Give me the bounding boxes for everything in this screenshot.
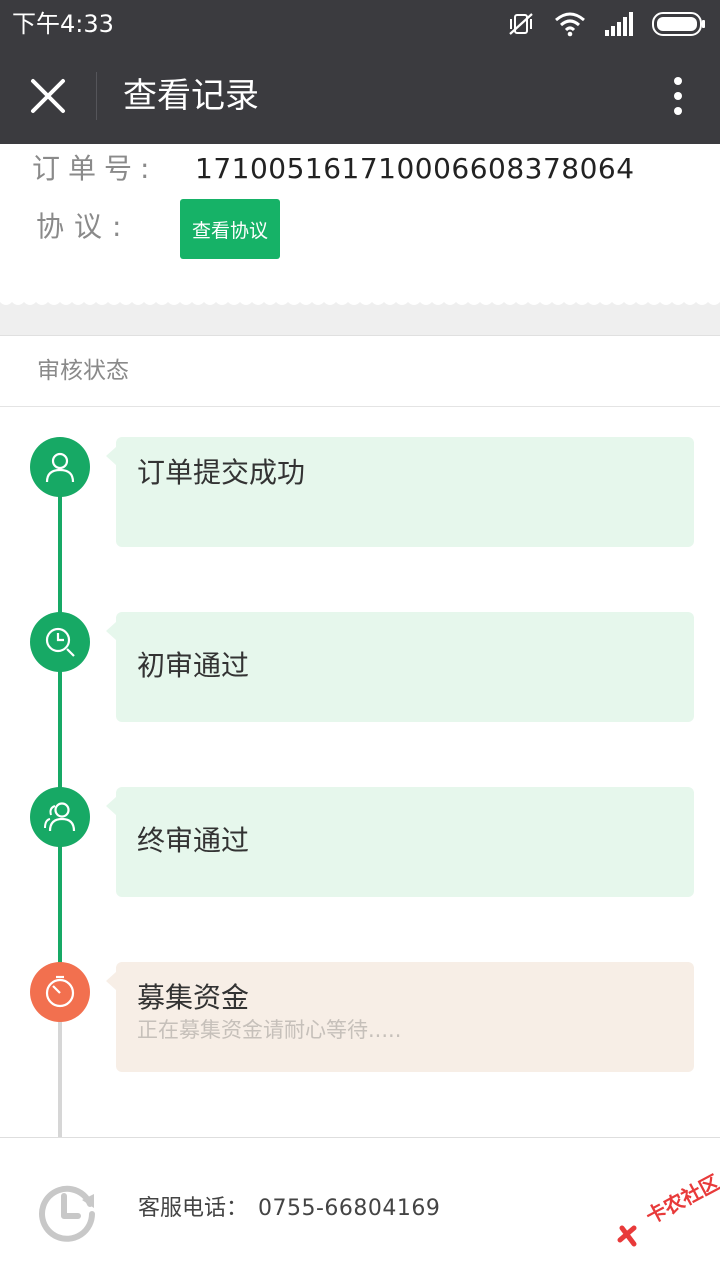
step-icon-submitted — [30, 437, 90, 497]
service-phone-label: 客服电话： — [138, 1196, 249, 1221]
users-icon — [44, 802, 76, 832]
step-title: 初审通过 — [137, 649, 250, 682]
section-spacer — [0, 310, 720, 336]
timer-icon — [45, 975, 75, 1008]
service-phone-number[interactable]: 0755-66804169 — [258, 1194, 440, 1224]
battery-icon — [652, 12, 705, 36]
signal-icon — [605, 12, 633, 36]
wavy-divider — [0, 296, 720, 310]
history-icon[interactable] — [36, 1178, 100, 1242]
order-number-value: 171005161710006608378064 — [195, 152, 635, 185]
step-card-final-review: 终审通过 — [106, 787, 694, 897]
status-bar: 下午4:33 — [0, 0, 720, 48]
page-title: 查看记录 — [123, 76, 259, 116]
step-title: 订单提交成功 — [137, 456, 306, 489]
step-card-initial-review: 初审通过 — [106, 612, 694, 722]
step-card-fundraising: 募集资金 正在募集资金请耐心等待..... — [106, 962, 694, 1072]
status-icons — [506, 10, 706, 38]
wifi-icon — [555, 12, 585, 37]
step-icon-final-review — [30, 787, 90, 847]
timeline-line-completed — [58, 467, 62, 993]
clock-search-icon — [45, 627, 75, 657]
step-title: 募集资金 — [137, 981, 250, 1014]
user-icon — [45, 452, 75, 483]
close-button[interactable] — [24, 72, 72, 120]
order-info: 订单号: 171005161710006608378064 协议: 查看协议 — [0, 144, 720, 310]
more-vertical-icon — [674, 77, 682, 115]
section-title: 审核状态 — [37, 358, 129, 384]
step-title: 终审通过 — [137, 824, 250, 857]
title-bar: 查看记录 — [0, 48, 720, 144]
more-options-button[interactable] — [666, 74, 690, 118]
status-time: 下午4:33 — [12, 10, 114, 38]
step-description: 正在募集资金请耐心等待..... — [137, 1018, 402, 1042]
mute-vibrate-icon — [509, 13, 533, 35]
agreement-label: 协议: — [36, 210, 132, 243]
review-status-header: 审核状态 — [0, 336, 720, 407]
step-icon-initial-review — [30, 612, 90, 672]
title-divider — [96, 72, 97, 120]
view-agreement-button[interactable]: 查看协议 — [180, 199, 280, 259]
step-card-submitted: 订单提交成功 — [106, 437, 694, 547]
step-icon-fundraising — [30, 962, 90, 1022]
order-number-label: 订单号: — [32, 152, 158, 185]
close-icon — [31, 79, 65, 113]
